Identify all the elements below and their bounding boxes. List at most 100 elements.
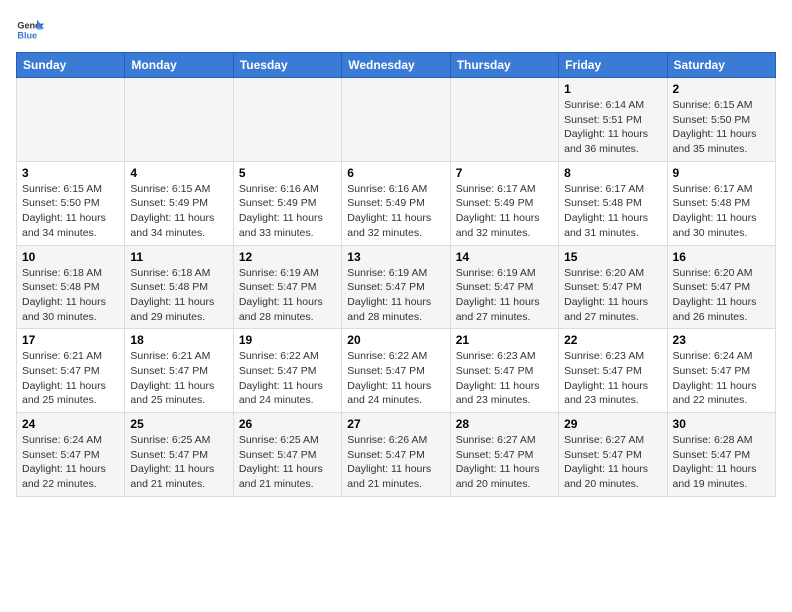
day-cell xyxy=(342,78,450,162)
day-detail: Sunrise: 6:25 AM Sunset: 5:47 PM Dayligh… xyxy=(239,433,336,492)
day-cell: 8 Sunrise: 6:17 AM Sunset: 5:48 PM Daylig… xyxy=(559,161,667,245)
day-detail: Sunrise: 6:16 AM Sunset: 5:49 PM Dayligh… xyxy=(347,182,444,241)
weekday-header-saturday: Saturday xyxy=(667,53,775,78)
weekday-header-friday: Friday xyxy=(559,53,667,78)
week-row-5: 24 Sunrise: 6:24 AM Sunset: 5:47 PM Dayli… xyxy=(17,413,776,497)
week-row-3: 10 Sunrise: 6:18 AM Sunset: 5:48 PM Dayli… xyxy=(17,245,776,329)
day-cell: 19Sunrise: 6:22 AM Sunset: 5:47 PM Dayli… xyxy=(233,329,341,413)
day-cell: 30 Sunrise: 6:28 AM Sunset: 5:47 PM Dayli… xyxy=(667,413,775,497)
day-detail: Sunrise: 6:18 AM Sunset: 5:48 PM Dayligh… xyxy=(130,266,227,325)
day-number: 22 xyxy=(564,333,661,347)
day-detail: Sunrise: 6:19 AM Sunset: 5:47 PM Dayligh… xyxy=(239,266,336,325)
day-detail: Sunrise: 6:28 AM Sunset: 5:47 PM Dayligh… xyxy=(673,433,770,492)
day-number: 6 xyxy=(347,166,444,180)
day-cell: 22 Sunrise: 6:23 AM Sunset: 5:47 PM Dayli… xyxy=(559,329,667,413)
day-cell: 21 Sunrise: 6:23 AM Sunset: 5:47 PM Dayli… xyxy=(450,329,558,413)
day-number: 16 xyxy=(673,250,770,264)
day-number: 13 xyxy=(347,250,444,264)
day-number: 5 xyxy=(239,166,336,180)
day-number: 26 xyxy=(239,417,336,431)
week-row-1: 1Sunrise: 6:14 AM Sunset: 5:51 PM Daylig… xyxy=(17,78,776,162)
day-number: 24 xyxy=(22,417,119,431)
day-number: 2 xyxy=(673,82,770,96)
day-cell: 1Sunrise: 6:14 AM Sunset: 5:51 PM Daylig… xyxy=(559,78,667,162)
day-detail: Sunrise: 6:24 AM Sunset: 5:47 PM Dayligh… xyxy=(22,433,119,492)
week-row-4: 17 Sunrise: 6:21 AM Sunset: 5:47 PM Dayli… xyxy=(17,329,776,413)
weekday-header-tuesday: Tuesday xyxy=(233,53,341,78)
day-detail: Sunrise: 6:18 AM Sunset: 5:48 PM Dayligh… xyxy=(22,266,119,325)
weekday-header-row: SundayMondayTuesdayWednesdayThursdayFrid… xyxy=(17,53,776,78)
day-detail: Sunrise: 6:27 AM Sunset: 5:47 PM Dayligh… xyxy=(456,433,553,492)
day-cell xyxy=(233,78,341,162)
day-cell: 23 Sunrise: 6:24 AM Sunset: 5:47 PM Dayli… xyxy=(667,329,775,413)
day-detail: Sunrise: 6:24 AM Sunset: 5:47 PM Dayligh… xyxy=(673,349,770,408)
day-cell: 7Sunrise: 6:17 AM Sunset: 5:49 PM Daylig… xyxy=(450,161,558,245)
day-cell: 18 Sunrise: 6:21 AM Sunset: 5:47 PM Dayli… xyxy=(125,329,233,413)
day-number: 25 xyxy=(130,417,227,431)
weekday-header-thursday: Thursday xyxy=(450,53,558,78)
day-number: 30 xyxy=(673,417,770,431)
day-detail: Sunrise: 6:17 AM Sunset: 5:49 PM Dayligh… xyxy=(456,182,553,241)
day-cell: 11 Sunrise: 6:18 AM Sunset: 5:48 PM Dayli… xyxy=(125,245,233,329)
day-cell: 17 Sunrise: 6:21 AM Sunset: 5:47 PM Dayli… xyxy=(17,329,125,413)
day-detail: Sunrise: 6:15 AM Sunset: 5:50 PM Dayligh… xyxy=(22,182,119,241)
header: General Blue xyxy=(16,16,776,44)
day-cell: 9 Sunrise: 6:17 AM Sunset: 5:48 PM Daylig… xyxy=(667,161,775,245)
day-number: 28 xyxy=(456,417,553,431)
day-cell xyxy=(17,78,125,162)
day-detail: Sunrise: 6:22 AM Sunset: 5:47 PM Dayligh… xyxy=(239,349,336,408)
day-cell: 2 Sunrise: 6:15 AM Sunset: 5:50 PM Daylig… xyxy=(667,78,775,162)
day-detail: Sunrise: 6:17 AM Sunset: 5:48 PM Dayligh… xyxy=(673,182,770,241)
day-number: 3 xyxy=(22,166,119,180)
day-number: 21 xyxy=(456,333,553,347)
day-detail: Sunrise: 6:21 AM Sunset: 5:47 PM Dayligh… xyxy=(22,349,119,408)
day-cell: 3 Sunrise: 6:15 AM Sunset: 5:50 PM Daylig… xyxy=(17,161,125,245)
day-cell: 27 Sunrise: 6:26 AM Sunset: 5:47 PM Dayli… xyxy=(342,413,450,497)
calendar-table: SundayMondayTuesdayWednesdayThursdayFrid… xyxy=(16,52,776,497)
day-cell: 5 Sunrise: 6:16 AM Sunset: 5:49 PM Daylig… xyxy=(233,161,341,245)
day-detail: Sunrise: 6:15 AM Sunset: 5:49 PM Dayligh… xyxy=(130,182,227,241)
day-detail: Sunrise: 6:17 AM Sunset: 5:48 PM Dayligh… xyxy=(564,182,661,241)
weekday-header-wednesday: Wednesday xyxy=(342,53,450,78)
day-number: 17 xyxy=(22,333,119,347)
day-detail: Sunrise: 6:23 AM Sunset: 5:47 PM Dayligh… xyxy=(564,349,661,408)
day-number: 15 xyxy=(564,250,661,264)
day-cell: 16Sunrise: 6:20 AM Sunset: 5:47 PM Dayli… xyxy=(667,245,775,329)
day-cell: 20Sunrise: 6:22 AM Sunset: 5:47 PM Dayli… xyxy=(342,329,450,413)
day-cell: 14 Sunrise: 6:19 AM Sunset: 5:47 PM Dayli… xyxy=(450,245,558,329)
day-number: 9 xyxy=(673,166,770,180)
day-detail: Sunrise: 6:16 AM Sunset: 5:49 PM Dayligh… xyxy=(239,182,336,241)
day-detail: Sunrise: 6:20 AM Sunset: 5:47 PM Dayligh… xyxy=(564,266,661,325)
day-number: 8 xyxy=(564,166,661,180)
day-detail: Sunrise: 6:25 AM Sunset: 5:47 PM Dayligh… xyxy=(130,433,227,492)
day-number: 10 xyxy=(22,250,119,264)
weekday-header-monday: Monday xyxy=(125,53,233,78)
day-detail: Sunrise: 6:19 AM Sunset: 5:47 PM Dayligh… xyxy=(347,266,444,325)
day-number: 14 xyxy=(456,250,553,264)
day-cell: 6 Sunrise: 6:16 AM Sunset: 5:49 PM Daylig… xyxy=(342,161,450,245)
day-detail: Sunrise: 6:19 AM Sunset: 5:47 PM Dayligh… xyxy=(456,266,553,325)
day-number: 29 xyxy=(564,417,661,431)
day-number: 11 xyxy=(130,250,227,264)
day-cell: 26 Sunrise: 6:25 AM Sunset: 5:47 PM Dayli… xyxy=(233,413,341,497)
logo: General Blue xyxy=(16,16,48,44)
day-detail: Sunrise: 6:26 AM Sunset: 5:47 PM Dayligh… xyxy=(347,433,444,492)
day-detail: Sunrise: 6:15 AM Sunset: 5:50 PM Dayligh… xyxy=(673,98,770,157)
day-number: 23 xyxy=(673,333,770,347)
svg-text:Blue: Blue xyxy=(17,30,37,40)
day-detail: Sunrise: 6:14 AM Sunset: 5:51 PM Dayligh… xyxy=(564,98,661,157)
day-cell xyxy=(450,78,558,162)
day-cell xyxy=(125,78,233,162)
day-cell: 25 Sunrise: 6:25 AM Sunset: 5:47 PM Dayli… xyxy=(125,413,233,497)
day-number: 4 xyxy=(130,166,227,180)
day-number: 12 xyxy=(239,250,336,264)
day-detail: Sunrise: 6:23 AM Sunset: 5:47 PM Dayligh… xyxy=(456,349,553,408)
day-number: 27 xyxy=(347,417,444,431)
day-number: 20 xyxy=(347,333,444,347)
day-number: 18 xyxy=(130,333,227,347)
weekday-header-sunday: Sunday xyxy=(17,53,125,78)
logo-icon: General Blue xyxy=(16,16,44,44)
day-cell: 24 Sunrise: 6:24 AM Sunset: 5:47 PM Dayli… xyxy=(17,413,125,497)
day-cell: 10 Sunrise: 6:18 AM Sunset: 5:48 PM Dayli… xyxy=(17,245,125,329)
day-detail: Sunrise: 6:21 AM Sunset: 5:47 PM Dayligh… xyxy=(130,349,227,408)
